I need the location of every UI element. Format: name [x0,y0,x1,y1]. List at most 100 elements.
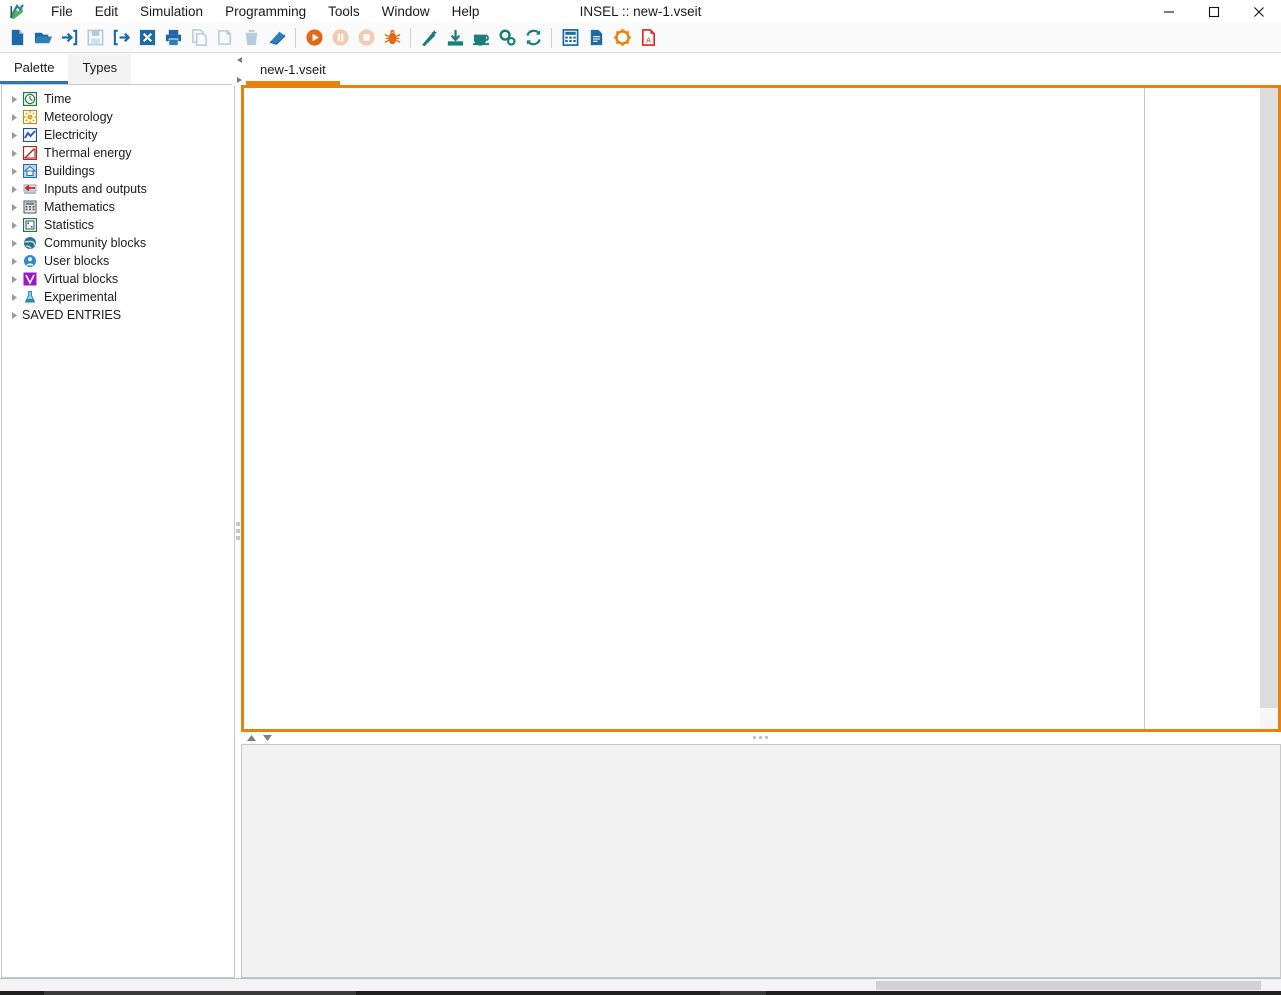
tree-item-label: Virtual blocks [44,272,119,286]
tab-scroll-arrows[interactable] [232,54,246,85]
pdf-icon[interactable]: A [635,25,661,51]
tree-item-inputs-and-outputs[interactable]: Inputs and outputs [2,180,234,198]
canvas-vertical-scrollbar-thumb[interactable] [1260,88,1278,708]
toolbar-separator-2 [410,27,411,48]
refresh-icon[interactable] [520,25,546,51]
status-bar [0,978,1281,991]
tree-item-experimental[interactable]: Experimental [2,288,234,306]
tree-item-buildings[interactable]: Buildings [2,162,234,180]
tab-types[interactable]: Types [68,54,132,84]
flask-icon [22,289,38,305]
tab-palette[interactable]: Palette [0,54,69,84]
export-icon[interactable] [108,25,134,51]
menu-item-simulation[interactable]: Simulation [129,1,214,23]
expand-arrow-icon[interactable] [6,144,22,162]
os-taskbar [0,991,1281,995]
close-button[interactable] [1236,0,1281,23]
expand-arrow-icon[interactable] [6,234,22,252]
tree-item-label: Statistics [44,218,95,232]
tree-item-user-blocks[interactable]: User blocks [2,252,234,270]
close-document-icon[interactable] [134,25,160,51]
coffee-icon[interactable] [468,25,494,51]
diagram-canvas-area[interactable] [241,85,1281,732]
print-icon[interactable] [160,25,186,51]
insel-application-window: File Edit Simulation Programming Tools W… [0,0,1281,995]
tree-item-label: User blocks [44,254,110,268]
debug-icon[interactable] [379,25,405,51]
eraser-icon[interactable] [264,25,290,51]
gears-icon[interactable] [494,25,520,51]
calculator-small-icon [22,199,38,215]
taskbar-segment [720,991,766,995]
expand-arrow-icon[interactable] [6,216,22,234]
sun-gear-icon[interactable] [609,25,635,51]
expand-arrow-icon[interactable] [6,180,22,198]
diagram-canvas-margin[interactable] [1146,88,1258,729]
new-file-icon[interactable] [4,25,30,51]
expand-arrow-icon[interactable] [6,162,22,180]
expand-arrow-icon[interactable] [6,108,22,126]
editor-console-splitter[interactable] [241,732,1281,744]
tree-item-label: Meteorology [44,110,113,124]
paste-icon [212,25,238,51]
tree-item-saved-entries[interactable]: SAVED ENTRIES [2,306,234,324]
tree-item-meteorology[interactable]: Meteorology [2,108,234,126]
open-folder-icon[interactable] [30,25,56,51]
tree-item-electricity[interactable]: Electricity [2,126,234,144]
menu-item-file[interactable]: File [40,1,84,23]
menu-item-tools[interactable]: Tools [317,1,371,23]
editor-tab-new-1[interactable]: new-1.vseit [246,57,340,85]
tree-item-label: Mathematics [44,200,115,214]
expand-arrow-icon[interactable] [6,270,22,288]
window-controls [1146,0,1281,23]
palette-tree[interactable]: Time Meteorology Electricity Thermal ene… [1,84,235,978]
clock-icon [22,91,38,107]
left-panel-tabs: Palette Types [0,54,236,84]
calculator-icon[interactable] [557,25,583,51]
expand-arrow-icon[interactable] [6,198,22,216]
minimize-button[interactable] [1146,0,1191,23]
expand-arrow-icon[interactable] [6,306,22,324]
console-horizontal-scrollbar-thumb[interactable] [876,981,1261,990]
thermal-icon [22,145,38,161]
maximize-button[interactable] [1191,0,1236,23]
dice-icon [22,217,38,233]
console-panel[interactable] [241,744,1281,978]
tree-item-virtual-blocks[interactable]: Virtual blocks [2,270,234,288]
svg-text:A: A [646,36,651,44]
house-icon [22,163,38,179]
document-icon[interactable] [583,25,609,51]
delete-icon [238,25,264,51]
menu-item-window[interactable]: Window [371,1,441,23]
menu-item-edit[interactable]: Edit [84,1,129,23]
pause-icon [327,25,353,51]
wand-icon[interactable] [416,25,442,51]
save-icon [82,25,108,51]
expand-arrow-icon[interactable] [6,252,22,270]
tab-types-label: Types [82,60,118,75]
menu-item-help[interactable]: Help [441,1,491,23]
tree-item-time[interactable]: Time [2,90,234,108]
toolbar-separator-3 [551,27,552,48]
expand-arrow-icon[interactable] [6,288,22,306]
canvas-vertical-scrollbar[interactable] [1260,88,1278,729]
tree-item-label: Electricity [44,128,98,142]
tree-item-community-blocks[interactable]: Community blocks [2,234,234,252]
taskbar-segment [44,991,356,995]
editor-tab-label: new-1.vseit [260,61,326,77]
tree-item-mathematics[interactable]: Mathematics [2,198,234,216]
title-bar: File Edit Simulation Programming Tools W… [0,0,1281,23]
expand-arrow-icon[interactable] [6,126,22,144]
run-icon[interactable] [301,25,327,51]
import-icon[interactable] [56,25,82,51]
menu-item-programming[interactable]: Programming [214,1,317,23]
tree-item-thermal-energy[interactable]: Thermal energy [2,144,234,162]
download-icon[interactable] [442,25,468,51]
tree-item-label: SAVED ENTRIES [22,308,122,322]
diagram-page[interactable] [244,88,1145,729]
expand-arrow-icon[interactable] [6,90,22,108]
tree-item-label: Experimental [44,290,117,304]
tree-item-statistics[interactable]: Statistics [2,216,234,234]
grip-dots-icon [236,522,240,540]
triangle-left-icon[interactable] [235,51,244,69]
